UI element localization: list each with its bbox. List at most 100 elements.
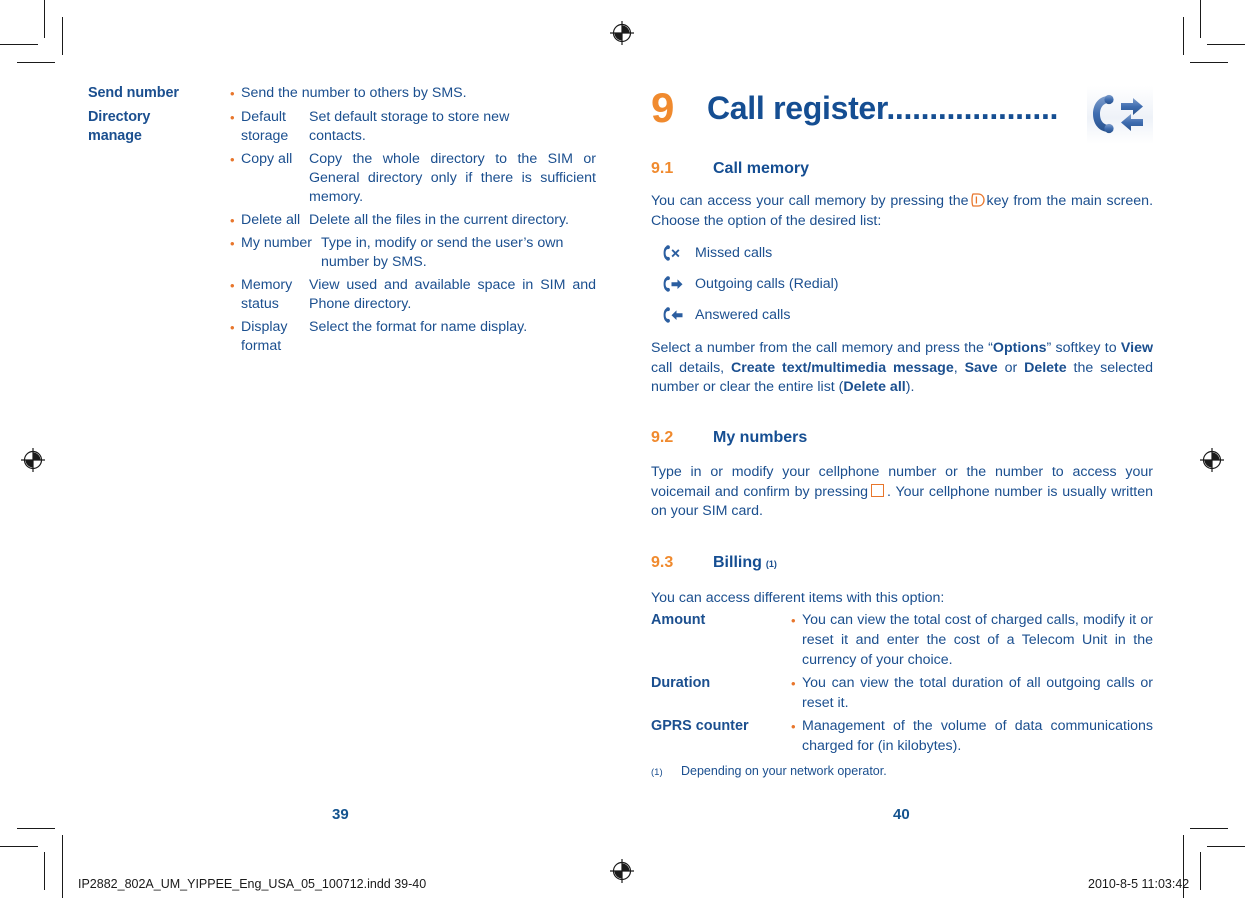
list-item-missed-calls: Missed calls [651,237,1153,268]
section-title: Call memory [713,160,810,177]
bullet-icon: • [791,613,796,629]
call-list-label: Outgoing calls (Redial) [695,275,839,292]
print-timestamp: 2010-8-5 11:03:42 [1088,877,1190,891]
answered-call-icon [651,306,695,324]
list-item: • My number Type in, modify or send the … [230,234,596,272]
section-heading-9-3: 9.3 Billing (1) [651,552,1153,575]
billing-description: You can view the total cost of charged c… [802,612,1153,668]
definition-body: • Default storage Set default storage to … [230,108,596,357]
billing-row-gprs-counter: GPRS counter • Management of the volume … [651,717,1153,756]
crop-mark [17,62,55,63]
options-text-7: ). [905,379,915,396]
crop-mark [1190,62,1228,63]
registration-mark [609,858,635,884]
options-text-4: , [953,359,965,376]
options-bold-delete-all: Delete all [843,379,906,396]
chapter-title-text: Call register [707,90,887,126]
term-directory-manage: Directory manage [88,108,230,146]
list-item: • Delete all Delete all the files in the… [230,211,596,230]
chapter-leader-dots: .................... [886,90,1059,126]
registration-mark [609,20,635,46]
my-numbers-paragraph: Type in or modify your cellphone number … [651,463,1153,522]
bullet-icon: • [230,110,235,125]
term-line-1: Directory [88,109,151,125]
item-label: Display format [241,319,288,354]
crop-mark [1183,17,1184,55]
left-page-content: Send number • Send the number to others … [88,84,596,359]
item-label: Copy all [241,151,293,167]
item-description: Select the format for name display. [309,319,528,335]
list-item: • Copy all Copy the whole directory to t… [230,150,596,207]
footnote: (1) Depending on your network operator. [651,763,1153,781]
bullet-icon: • [230,278,235,293]
crop-mark [1200,852,1201,890]
missed-call-icon [651,244,695,262]
definition-body: • Send the number to others by SMS. [230,84,596,104]
item-label: Default storage [241,109,289,144]
registration-mark [1199,447,1225,473]
list-item-outgoing-calls: Outgoing calls (Redial) [651,268,1153,299]
confirm-key-icon [871,483,884,497]
chapter-title: Call register.................... [707,84,1058,132]
call-list-label: Answered calls [695,306,791,323]
crop-mark [17,828,55,829]
call-key-icon [970,192,985,208]
bullet-icon: • [230,320,235,335]
definition-row-directory-manage: Directory manage • Default storage Set de… [88,108,596,357]
section-title: Billing [713,553,762,571]
chapter-number: 9 [651,84,675,131]
footnote-text: Depending on your network operator. [681,763,887,778]
billing-term: Amount [651,612,706,629]
crop-mark [1200,0,1201,38]
list-item: • Display format Select the format for na… [230,318,596,356]
item-label: My number [241,235,312,251]
bullet-icon: • [791,676,796,692]
crop-mark [1207,44,1245,45]
item-description: Type in, modify or send the user’s own nu… [321,235,564,270]
item-description: Delete all the files in the current dire… [309,212,569,228]
page-number-right: 40 [893,806,910,823]
term-send-number: Send number [88,85,179,101]
options-text-1: Select a number from the call memory and… [651,340,993,357]
billing-term: GPRS counter [651,718,749,735]
section-heading-9-2: 9.2 My numbers [651,427,1153,449]
billing-row-amount: Amount • You can view the total cost of … [651,611,1153,670]
bullet-icon: • [791,719,796,735]
item-label: Memory status [241,277,293,312]
bullet-icon: • [230,213,235,228]
definition-row-send-number: Send number • Send the number to others … [88,84,596,104]
footnote-reference: (1) [765,558,777,569]
crop-mark [1207,846,1245,847]
page-number-left: 39 [332,806,349,823]
item-description: Set default storage to store new contacts… [309,109,510,144]
section-number: 9.3 [651,553,674,571]
crop-mark [0,846,38,847]
crop-mark [44,852,45,890]
options-text-5: or [997,359,1025,376]
list-item: • Send the number to others by SMS. [230,84,596,103]
options-bold-save: Save [964,359,998,376]
intro-text-before: You can access your call memory by press… [651,193,969,209]
print-filename: IP2882_802A_UM_YIPPEE_Eng_USA_05_100712.… [78,877,427,891]
billing-intro-text: You can access different items with this… [651,589,945,606]
item-description: Copy the whole directory to the SIM or G… [309,151,596,205]
bullet-icon: • [230,152,235,167]
bullet-icon: • [230,236,235,251]
outgoing-call-icon [651,275,695,293]
crop-mark [1190,828,1228,829]
section-heading-9-1: 9.1 Call memory [651,158,1153,180]
list-item-answered-calls: Answered calls [651,299,1153,330]
billing-term: Duration [651,675,711,692]
options-bold-delete: Delete [1024,359,1067,376]
options-bold-create: Create text/multimedia message [731,359,954,376]
call-options-paragraph: Select a number from the call memory and… [651,339,1153,398]
print-page: Send number • Send the number to others … [0,0,1245,920]
list-item: • Memory status View used and available s… [230,276,596,314]
options-bold-view: View [1120,340,1153,357]
crop-mark [44,0,45,38]
item-description: View used and available space in SIM and… [309,277,596,312]
options-bold-options: Options [992,340,1047,357]
call-memory-list: Missed calls Outgoing calls (Redial) Ans… [651,237,1153,330]
chapter-heading: 9 Call register.................... [651,84,1153,150]
item-description: Send the number to others by SMS. [241,85,467,101]
